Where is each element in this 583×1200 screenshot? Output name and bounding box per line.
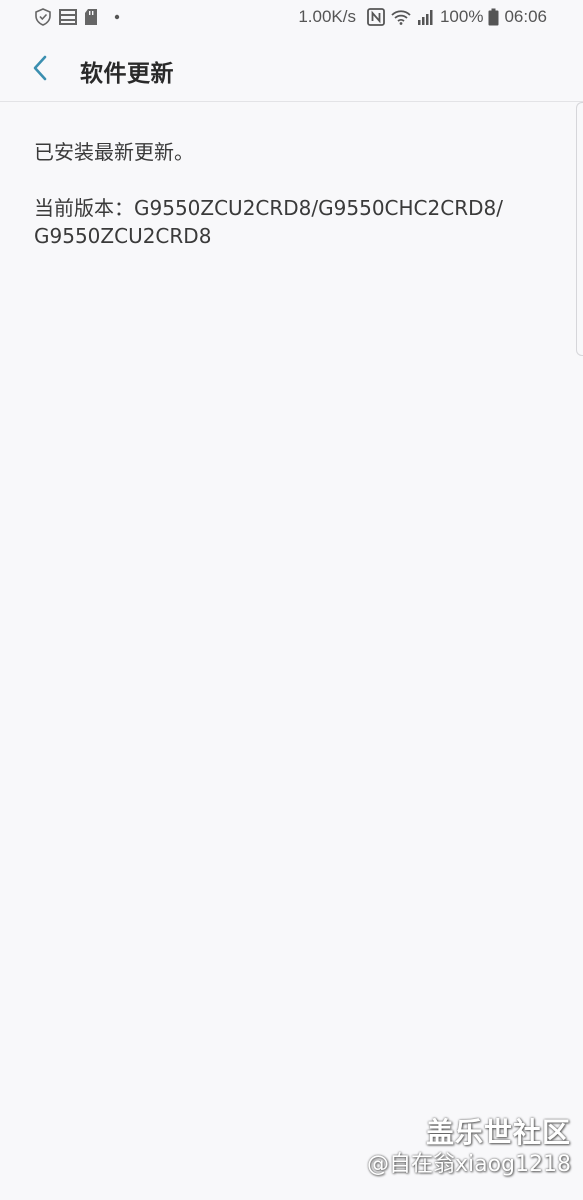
status-bar-notifications [34,7,120,27]
sd-card-icon [84,8,98,26]
status-bar-system: 1.00K/s 100% 06:06 [298,6,547,28]
current-version-line: 当前版本：G9550ZCU2CRD8/G9550CHC2CRD8/ [34,196,503,220]
nfc-icon [367,8,385,26]
watermark-brand: 盖乐世社区 [425,1116,571,1149]
dot-icon [114,14,120,20]
back-button[interactable] [26,52,54,84]
current-version-line-continued: G9550ZCU2CRD8 [34,224,212,248]
network-speed: 1.00K/s [298,7,356,26]
shield-icon [34,8,52,26]
update-status-message: 已安装最新更新。 [34,140,194,164]
clock: 06:06 [504,7,547,26]
status-bar: 1.00K/s 100% 06:06 [0,0,583,36]
battery-percent: 100% [439,7,484,26]
battery-icon [488,8,499,26]
app-bar: 软件更新 [0,36,583,102]
edge-panel-handle[interactable] [576,102,583,356]
wifi-icon [390,8,412,26]
chevron-left-icon [32,55,48,81]
page-title: 软件更新 [80,61,174,87]
signal-icon [417,8,435,26]
watermark-user: @自在翁xiaog1218 [366,1152,571,1177]
watermark: 盖乐世社区 @自在翁xiaog1218 [367,1116,571,1180]
update-info: 已安装最新更新。 当前版本：G9550ZCU2CRD8/G9550CHC2CRD… [34,138,544,250]
storage-icon [58,7,78,27]
